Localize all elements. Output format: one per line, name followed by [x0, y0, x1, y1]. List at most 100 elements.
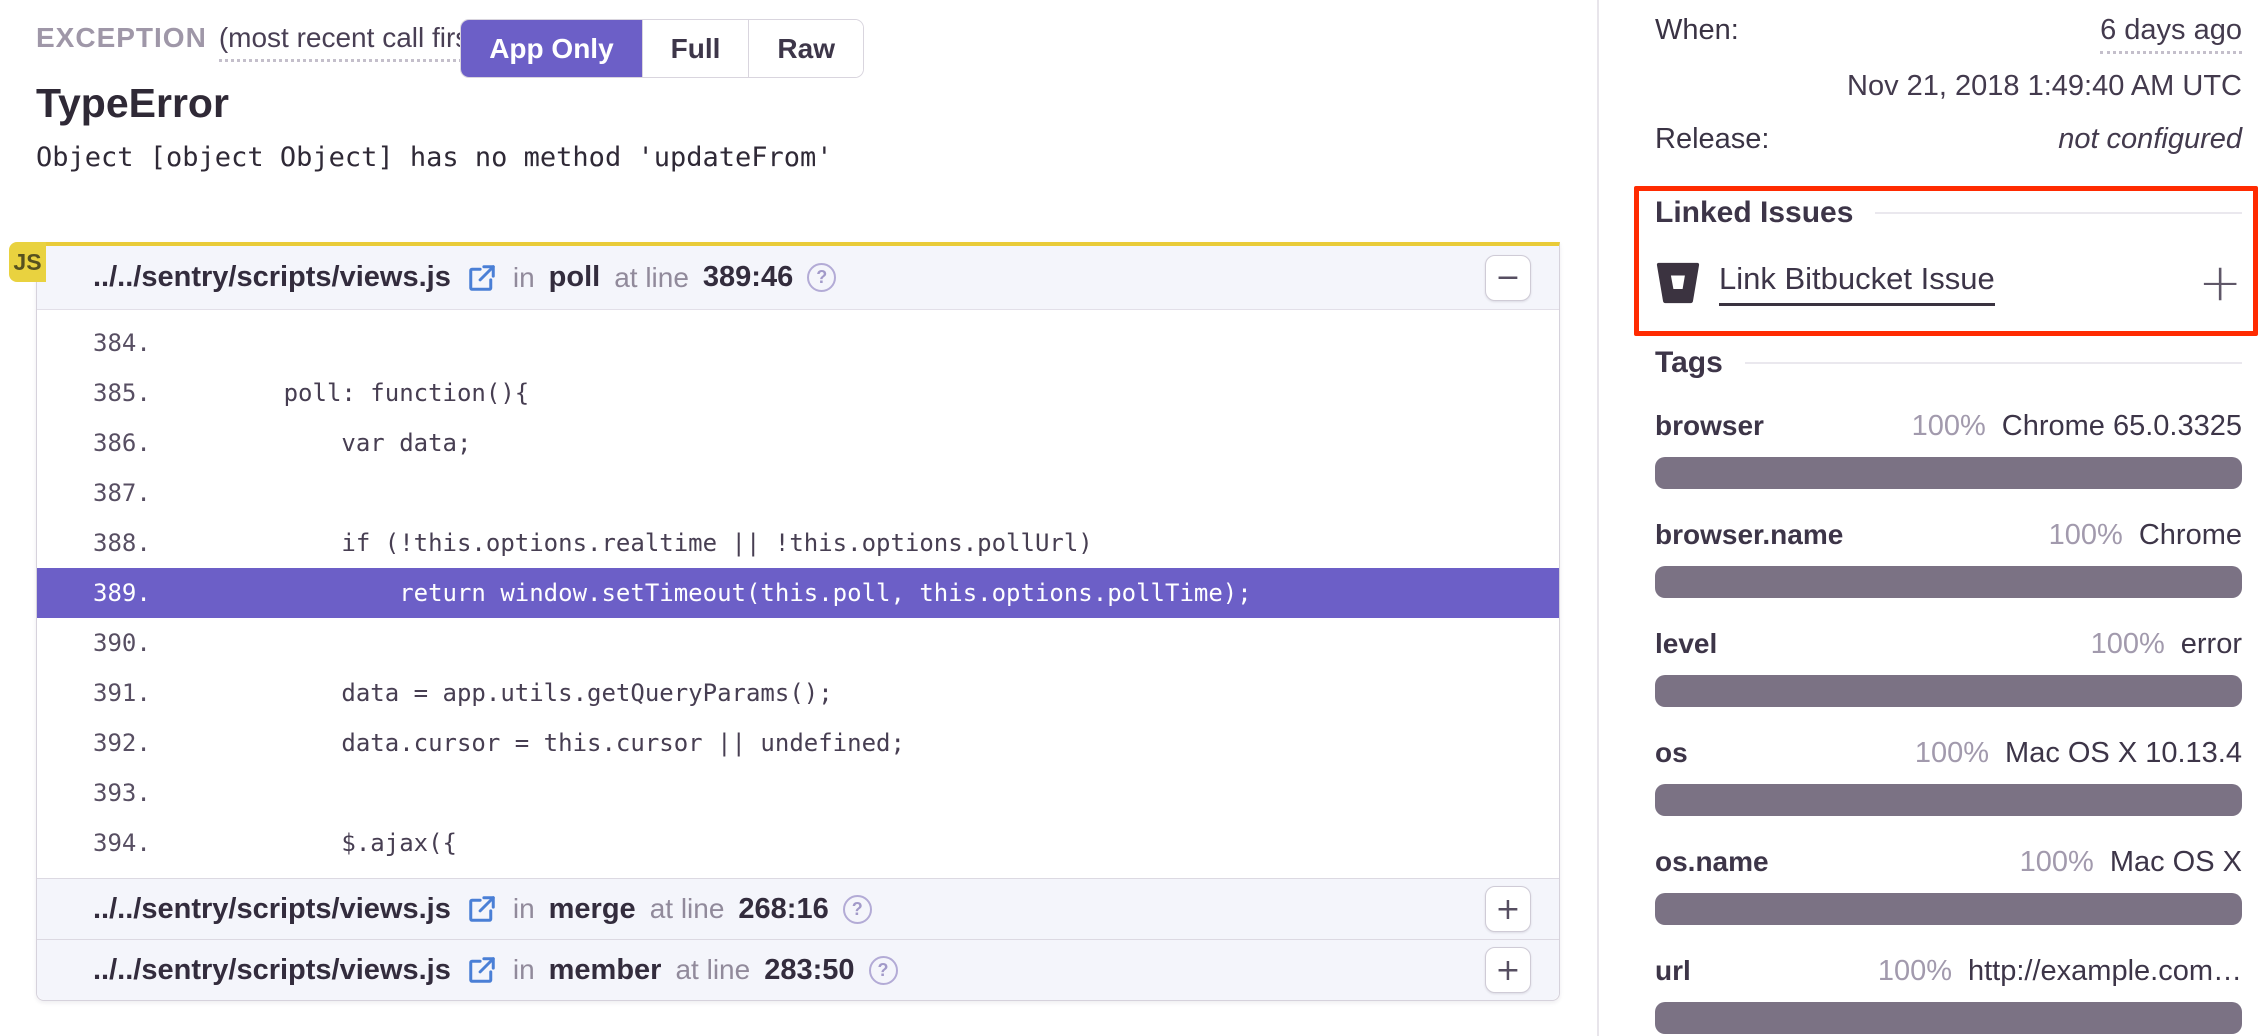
code-line: 394. $.ajax({: [37, 818, 1559, 868]
linked-issues-heading: Linked Issues: [1655, 196, 2242, 230]
code-line: 387.: [37, 468, 1559, 518]
code-line: 386. var data;: [37, 418, 1559, 468]
tag-distribution-bar: [1655, 893, 2242, 925]
in-label: in: [513, 893, 535, 925]
exception-title: EXCEPTION: [36, 22, 207, 54]
tag-value: Chrome: [2139, 519, 2242, 552]
tag-percent: 100%: [2020, 846, 2094, 879]
tag-name: os: [1655, 737, 1688, 769]
source-code-context: 384. 385. poll: function(){ 386. var dat…: [37, 310, 1559, 878]
tag-name: url: [1655, 955, 1691, 987]
code-line: 393.: [37, 768, 1559, 818]
frame-function-name: member: [549, 954, 662, 987]
frame-help-icon[interactable]: ?: [843, 895, 872, 924]
code-line: 388. if (!this.options.realtime || !this…: [37, 518, 1559, 568]
js-platform-badge: JS: [9, 242, 46, 282]
bitbucket-icon: [1655, 260, 1701, 306]
tag-name: browser.name: [1655, 519, 1843, 551]
open-source-file-icon[interactable]: [467, 894, 497, 924]
code-line: 391. data = app.utils.getQueryParams();: [37, 668, 1559, 718]
frame-function-name: merge: [549, 893, 636, 926]
frame-help-icon[interactable]: ?: [869, 956, 898, 985]
tag-item: os 100% Mac OS X 10.13.4: [1655, 737, 2242, 816]
frame-header-merge[interactable]: ../../sentry/scripts/views.js in merge a…: [37, 878, 1559, 939]
tag-percent: 100%: [1878, 955, 1952, 988]
heading-rule: [1745, 362, 2242, 364]
tag-percent: 100%: [2091, 628, 2165, 661]
release-label: Release:: [1655, 123, 1769, 156]
full-button[interactable]: Full: [642, 20, 749, 77]
tag-value: http://example.com…: [1968, 955, 2242, 988]
tag-percent: 100%: [2049, 519, 2123, 552]
code-line: 384.: [37, 318, 1559, 368]
open-source-file-icon[interactable]: [467, 955, 497, 985]
tag-value: error: [2181, 628, 2242, 661]
at-line-label: at line: [614, 262, 689, 294]
exception-panel: EXCEPTION (most recent call first) App O…: [0, 0, 1597, 1036]
app-only-button[interactable]: App Only: [461, 20, 641, 77]
open-source-file-icon[interactable]: [467, 263, 497, 293]
link-bitbucket-row: Link Bitbucket Issue +: [1655, 260, 2242, 306]
tags-section: Tags browser 100% Chrome 65.0.3325 browser…: [1655, 346, 2242, 1034]
linked-issues-section: Linked Issues Link Bitbucket Issue +: [1655, 196, 2242, 306]
at-line-label: at line: [650, 893, 725, 925]
raw-button[interactable]: Raw: [748, 20, 863, 77]
tag-value: Chrome 65.0.3325: [2002, 410, 2242, 443]
tag-distribution-bar: [1655, 457, 2242, 489]
tag-name: level: [1655, 628, 1717, 660]
tag-distribution-bar: [1655, 566, 2242, 598]
frame-file-path: ../../sentry/scripts/views.js: [93, 261, 451, 294]
at-line-label: at line: [675, 954, 750, 986]
tag-distribution-bar: [1655, 675, 2242, 707]
tag-item: os.name 100% Mac OS X: [1655, 846, 2242, 925]
frame-header-poll[interactable]: ../../sentry/scripts/views.js in poll at…: [37, 246, 1559, 310]
heading-rule: [1875, 212, 2242, 214]
when-absolute-time: Nov 21, 2018 1:49:40 AM UTC: [1655, 70, 2242, 103]
frame-help-icon[interactable]: ?: [807, 263, 836, 292]
tags-heading: Tags: [1655, 346, 2242, 380]
event-sidebar: When: 6 days ago Nov 21, 2018 1:49:40 AM…: [1655, 14, 2242, 1034]
code-line: 390.: [37, 618, 1559, 668]
add-linked-issue-button[interactable]: +: [2198, 263, 2242, 303]
tag-distribution-bar: [1655, 784, 2242, 816]
tag-item: browser 100% Chrome 65.0.3325: [1655, 410, 2242, 489]
stacktrace-view-toggle: App Only Full Raw: [461, 20, 863, 77]
expand-frame-button[interactable]: +: [1485, 886, 1531, 932]
error-type: TypeError: [36, 80, 1560, 128]
release-not-configured-link[interactable]: not configured: [2058, 123, 2242, 156]
expand-frame-button[interactable]: +: [1485, 947, 1531, 993]
when-relative-time[interactable]: 6 days ago: [2100, 14, 2242, 54]
tag-value: Mac OS X 10.13.4: [2005, 737, 2242, 770]
when-row: When: 6 days ago: [1655, 14, 2242, 54]
tag-percent: 100%: [1912, 410, 1986, 443]
in-label: in: [513, 954, 535, 986]
when-label: When:: [1655, 14, 1739, 47]
tag-item: browser.name 100% Chrome: [1655, 519, 2242, 598]
tag-name: browser: [1655, 410, 1764, 442]
code-line: 392. data.cursor = this.cursor || undefi…: [37, 718, 1559, 768]
tag-distribution-bar: [1655, 1002, 2242, 1034]
frame-line-number: 389:46: [703, 261, 793, 294]
frame-file-path: ../../sentry/scripts/views.js: [93, 954, 451, 987]
link-bitbucket-issue-link[interactable]: Link Bitbucket Issue: [1719, 261, 1995, 306]
frame-header-member[interactable]: ../../sentry/scripts/views.js in member …: [37, 939, 1559, 1000]
tag-name: os.name: [1655, 846, 1769, 878]
sentry-exception-page: EXCEPTION (most recent call first) App O…: [0, 0, 2264, 1036]
frame-function-name: poll: [549, 261, 601, 294]
error-message: Object [object Object] has no method 'up…: [36, 142, 1560, 178]
frame-line-number: 268:16: [738, 893, 828, 926]
tag-item: level 100% error: [1655, 628, 2242, 707]
in-label: in: [513, 262, 535, 294]
tag-item: url 100% http://example.com…: [1655, 955, 2242, 1034]
frame-line-number: 283:50: [764, 954, 854, 987]
panel-divider: [1597, 0, 1599, 1036]
call-order-toggle[interactable]: (most recent call first): [219, 22, 487, 62]
code-line: 385. poll: function(){: [37, 368, 1559, 418]
frame-file-path: ../../sentry/scripts/views.js: [93, 893, 451, 926]
tag-percent: 100%: [1915, 737, 1989, 770]
tag-value: Mac OS X: [2110, 846, 2242, 879]
collapse-frame-button[interactable]: −: [1485, 255, 1531, 301]
crashed-code-line: 389. return window.setTimeout(this.poll,…: [37, 568, 1559, 618]
release-row: Release: not configured: [1655, 123, 2242, 156]
stacktrace-frame-list: JS ../../sentry/scripts/views.js in poll…: [36, 242, 1560, 1001]
